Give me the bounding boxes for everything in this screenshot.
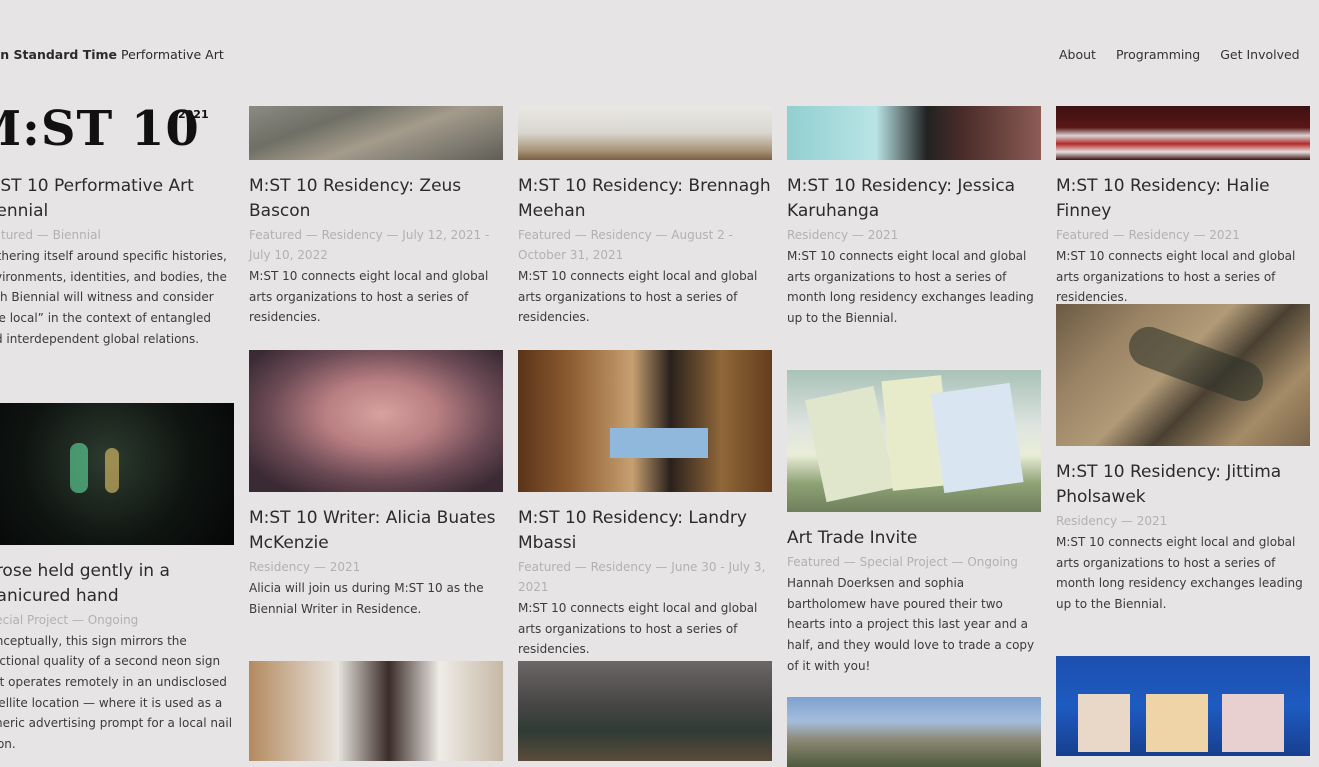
logo-block[interactable]: M:ST 10 2021: [0, 100, 234, 160]
card-excerpt: Hannah Doerksen and sophia bartholomew h…: [787, 576, 1035, 673]
card-title[interactable]: M:ST 10 Residency: Zeus Bascon: [249, 174, 503, 224]
card-image[interactable]: [787, 106, 1041, 160]
card-title[interactable]: M:ST 10 Residency: Jessica Karuhanga: [787, 174, 1041, 224]
card-meta: Featured — Biennial: [0, 228, 101, 242]
card-image[interactable]: [518, 106, 772, 160]
card-meta: Featured — Residency — June 30 - July 3,…: [518, 560, 766, 594]
card-title[interactable]: M:ST 10 Residency: Brennagh Meehan: [518, 174, 772, 224]
column-1: M:ST 10 2021 M:ST 10 Performative Art Bi…: [0, 100, 234, 755]
card-title[interactable]: a rose held gently in a manicured hand: [0, 559, 234, 609]
card-excerpt: Alicia will join us during M:ST 10 as th…: [249, 581, 484, 616]
column-2: M:ST 10 Residency: Zeus Bascon Featured …: [249, 106, 503, 761]
card-meta: Special Project — Ongoing: [0, 612, 139, 627]
card-image[interactable]: [787, 697, 1041, 767]
card-meta: Featured — Special Project — Ongoing: [787, 555, 1018, 569]
card-title[interactable]: M:ST 10 Residency: Jittima Pholsawek: [1056, 460, 1310, 510]
card-image[interactable]: [1056, 304, 1310, 446]
card-image[interactable]: [787, 370, 1041, 512]
card-title[interactable]: M:ST 10 Writer: Alicia Buates McKenzie: [249, 506, 503, 556]
column-3: M:ST 10 Residency: Brennagh Meehan Featu…: [518, 106, 772, 761]
card-title[interactable]: Art Trade Invite: [787, 526, 1041, 551]
card-excerpt: M:ST 10 connects eight local and global …: [1056, 535, 1303, 612]
site-title[interactable]: in Standard Time Performative Art: [0, 47, 224, 62]
card-excerpt: M:ST 10 connects eight local and global …: [1056, 249, 1296, 305]
card-image[interactable]: [518, 350, 772, 492]
card-image[interactable]: [249, 350, 503, 492]
card-meta: Residency — 2021: [787, 228, 899, 242]
card-image[interactable]: [1056, 656, 1310, 756]
card-image[interactable]: [1056, 106, 1310, 160]
logo-year: 2021: [178, 108, 209, 121]
site-name-rest: Performative Art: [121, 47, 224, 62]
card-image[interactable]: [249, 661, 503, 761]
column-5: M:ST 10 Residency: Halie Finney Featured…: [1056, 106, 1310, 756]
card-meta: Residency — 2021: [249, 560, 361, 574]
column-4: M:ST 10 Residency: Jessica Karuhanga Res…: [787, 106, 1041, 767]
nav-programming[interactable]: Programming: [1116, 47, 1200, 62]
nav-about[interactable]: About: [1059, 47, 1096, 62]
main-nav: About Programming Get Involved Sh: [1059, 47, 1319, 62]
card-meta: Residency — 2021: [1056, 514, 1168, 528]
card-image[interactable]: [0, 402, 234, 545]
nav-get-involved[interactable]: Get Involved: [1220, 47, 1299, 62]
card-meta: Featured — Residency — 2021: [1056, 228, 1240, 242]
card-title[interactable]: M:ST 10 Residency: Halie Finney: [1056, 174, 1310, 224]
card-image[interactable]: [249, 106, 503, 160]
card-excerpt: M:ST 10 connects eight local and global …: [518, 269, 758, 325]
card-excerpt: M:ST 10 connects eight local and global …: [249, 269, 489, 325]
card-excerpt: Conceptually, this sign mirrors the func…: [0, 633, 233, 752]
card-meta: Featured — Residency — July 12, 2021 - J…: [249, 228, 490, 262]
card-meta: Featured — Residency — August 2 - Octobe…: [518, 228, 733, 262]
card-title[interactable]: M:ST 10 Residency: Landry Mbassi: [518, 506, 772, 556]
card-image[interactable]: [518, 661, 772, 761]
mst-logo: M:ST 10: [0, 101, 200, 157]
card-excerpt: M:ST 10 connects eight local and global …: [787, 249, 1034, 326]
card-title[interactable]: M:ST 10 Performative Art Biennial: [0, 174, 234, 224]
site-name-bold: in Standard Time: [0, 47, 118, 62]
card-excerpt: M:ST 10 connects eight local and global …: [518, 601, 758, 657]
card-excerpt: Gathering itself around specific histori…: [0, 249, 227, 346]
